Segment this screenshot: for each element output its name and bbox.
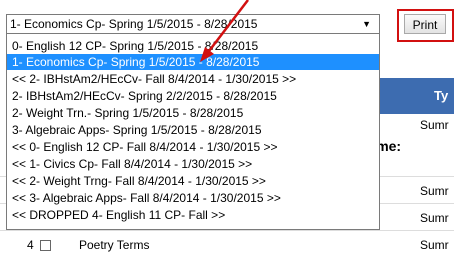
annotation-arrow-icon [200, 0, 249, 62]
